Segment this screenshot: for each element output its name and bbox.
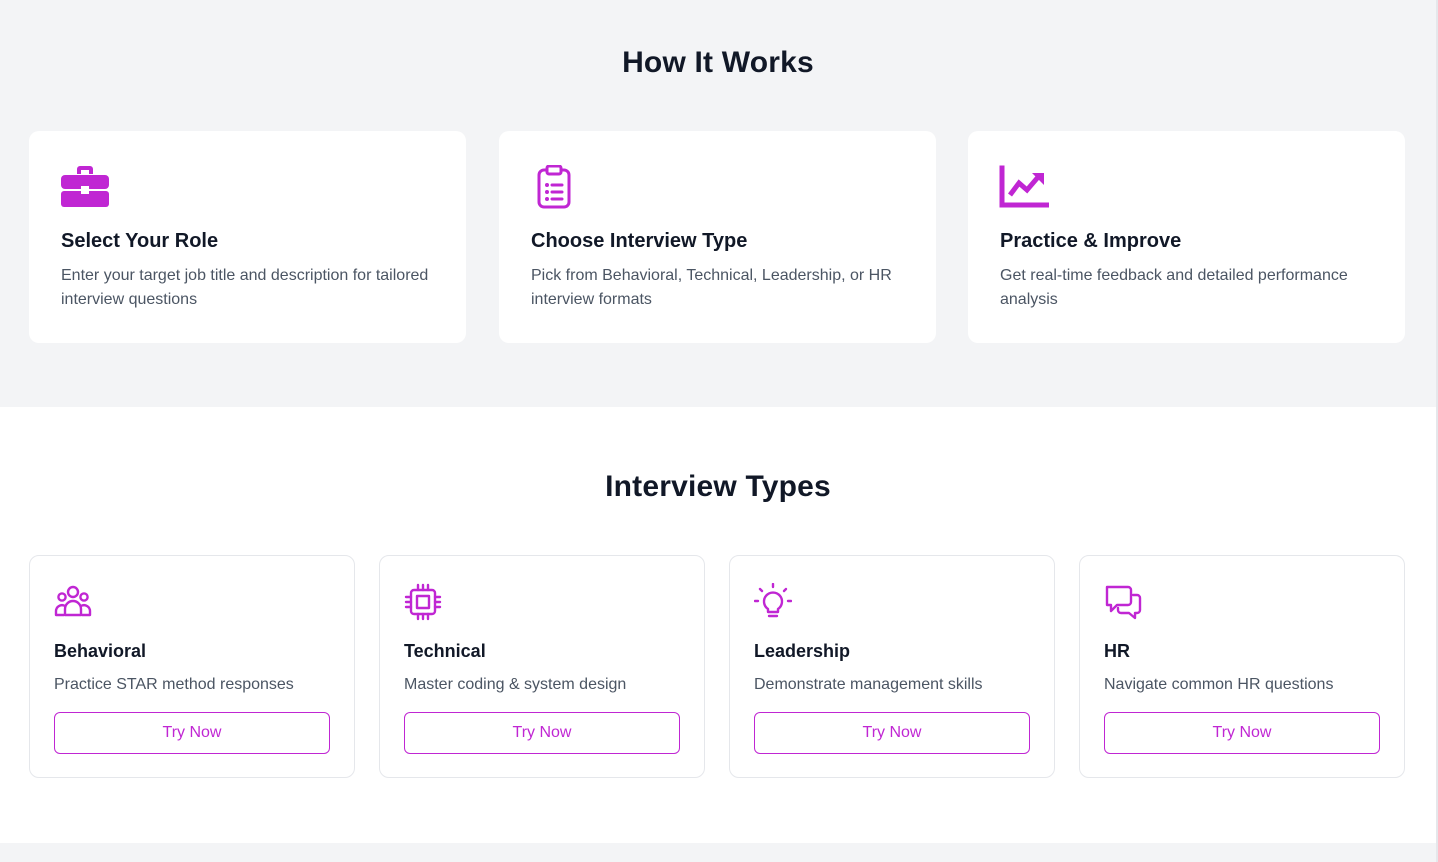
interview-description: Navigate common HR questions: [1104, 676, 1334, 693]
how-it-works-title: How It Works: [622, 46, 814, 79]
step-description: Get real-time feedback and detailed perf…: [1000, 267, 1348, 308]
cpu-chip-icon: [404, 583, 442, 621]
interview-description: Master coding & system design: [404, 676, 627, 693]
interview-card-technical: Technical Master coding & system design …: [379, 555, 705, 778]
step-card-select-role: Select Your Role Enter your target job t…: [29, 131, 466, 343]
interview-card-hr: HR Navigate common HR questions Try Now: [1079, 555, 1405, 778]
interview-title: Behavioral: [54, 641, 147, 661]
how-it-works-section: How It Works Select Your Role Enter your…: [0, 0, 1436, 407]
step-title: Practice & Improve: [1000, 230, 1182, 252]
step-title: Select Your Role: [61, 230, 219, 252]
step-description: Pick from Behavioral, Technical, Leaders…: [531, 267, 892, 308]
step-description: Enter your target job title and descript…: [61, 267, 429, 308]
interview-title: Technical: [404, 641, 486, 661]
try-now-button-behavioral[interactable]: Try Now: [54, 712, 330, 754]
interview-types-title: Interview Types: [605, 470, 831, 503]
briefcase-icon: [61, 166, 109, 207]
chat-bubbles-icon: [1105, 585, 1142, 620]
interview-description: Demonstrate management skills: [754, 676, 983, 693]
interview-types-section: Interview Types Behavioral Practice STAR…: [0, 407, 1436, 843]
interview-card-behavioral: Behavioral Practice STAR method response…: [29, 555, 355, 778]
try-now-button-technical[interactable]: Try Now: [404, 712, 680, 754]
try-now-button-hr[interactable]: Try Now: [1104, 712, 1380, 754]
lightbulb-icon: [754, 583, 792, 618]
interview-description: Practice STAR method responses: [54, 676, 294, 693]
next-section-edge: [0, 843, 1436, 862]
clipboard-list-icon: [537, 165, 571, 209]
step-card-practice-improve: Practice & Improve Get real-time feedbac…: [968, 131, 1405, 343]
interview-card-leadership: Leadership Demonstrate management skills…: [729, 555, 1055, 778]
step-card-choose-type: Choose Interview Type Pick from Behavior…: [499, 131, 936, 343]
page: How It Works Select Your Role Enter your…: [0, 0, 1438, 862]
interview-title: Leadership: [754, 641, 851, 661]
interview-title: HR: [1104, 641, 1130, 661]
chart-trend-icon: [999, 165, 1049, 208]
users-group-icon: [54, 585, 92, 617]
try-now-button-leadership[interactable]: Try Now: [754, 712, 1030, 754]
step-title: Choose Interview Type: [531, 230, 748, 252]
